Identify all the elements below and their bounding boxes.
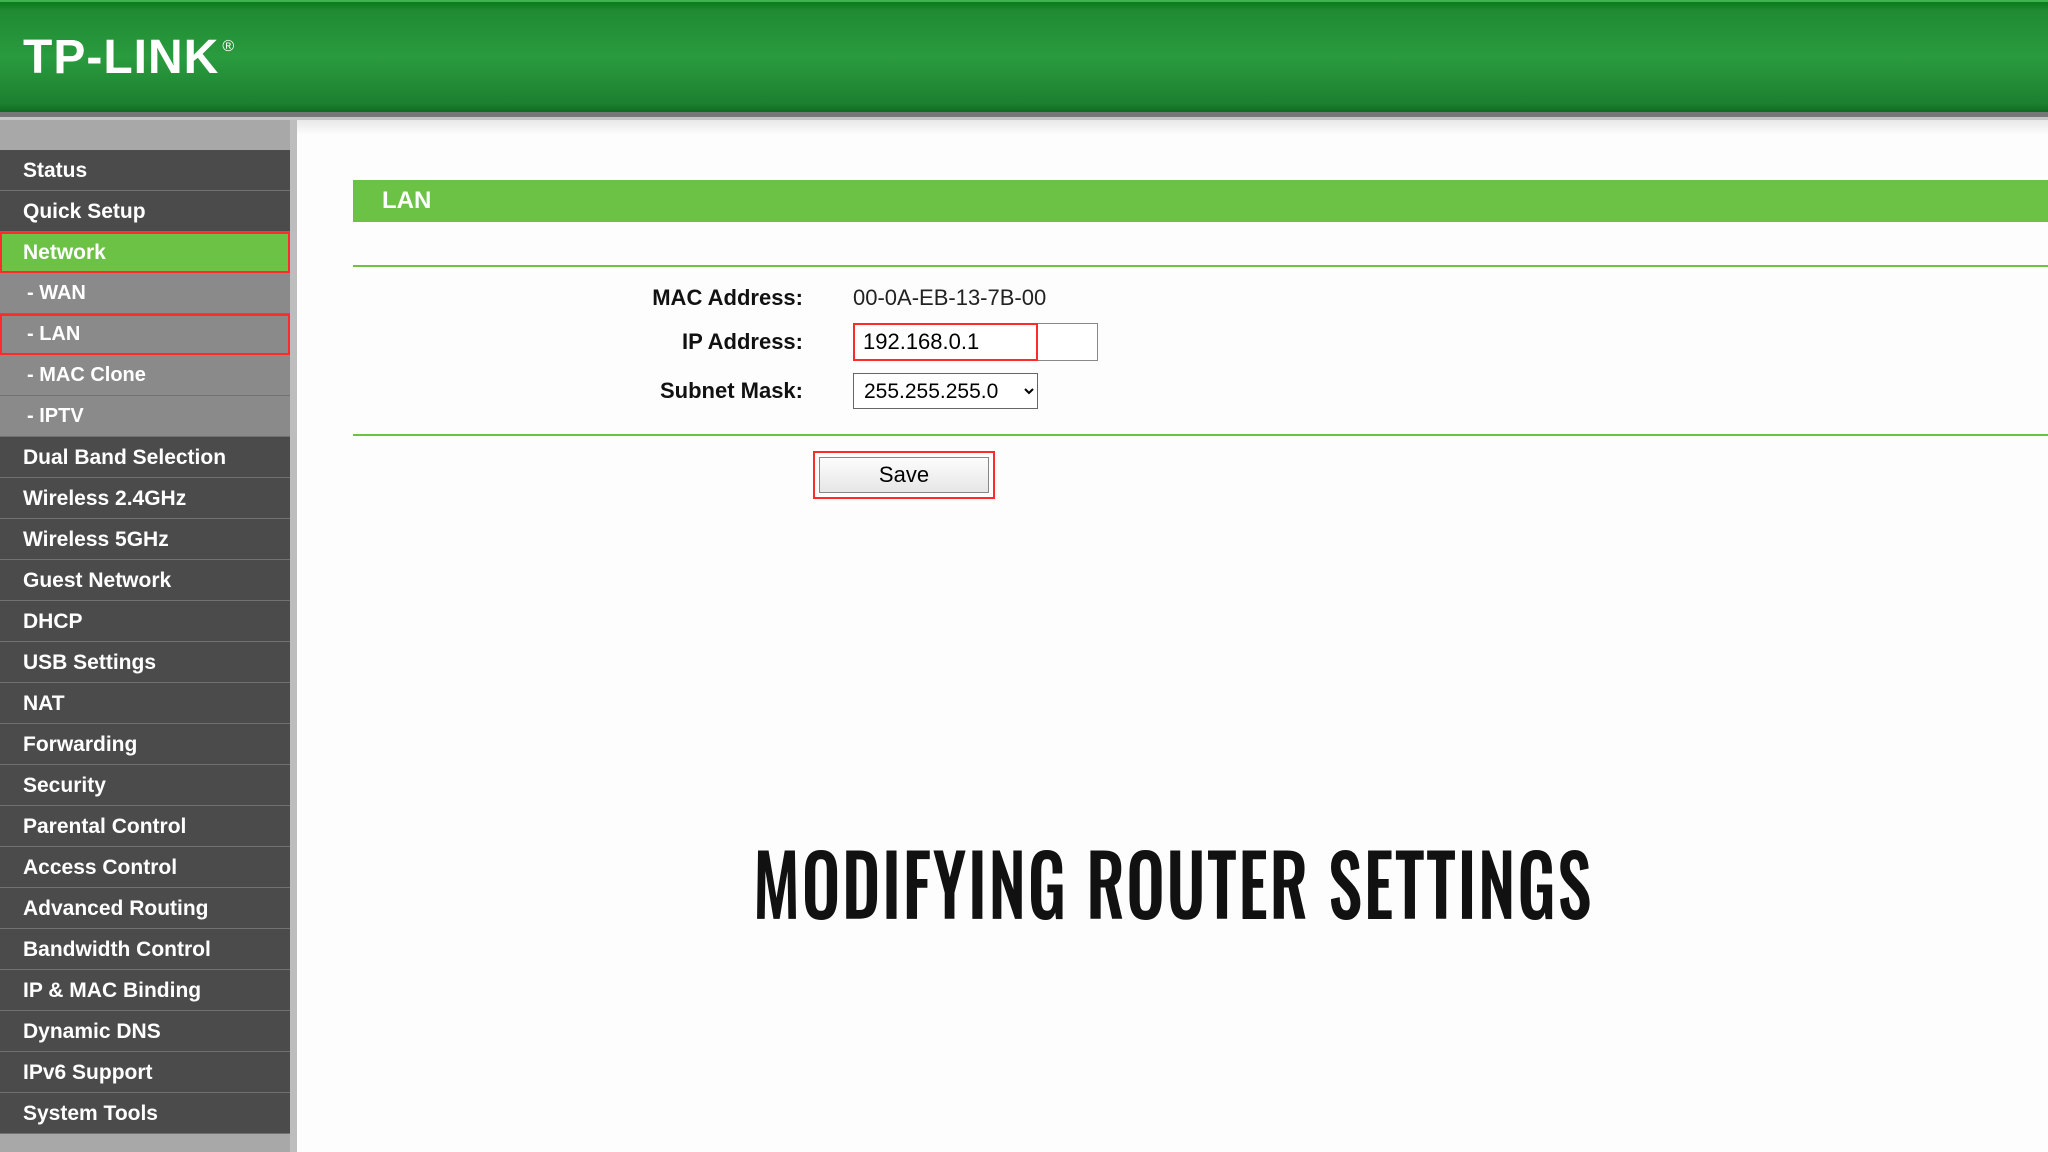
sidebar-item-dual-band-selection[interactable]: Dual Band Selection [0, 437, 290, 478]
ip-address-extra-box [1038, 323, 1098, 361]
sidebar-item-advanced-routing[interactable]: Advanced Routing [0, 888, 290, 929]
save-row: Save [353, 451, 2048, 499]
sidebar-item-bandwidth-control[interactable]: Bandwidth Control [0, 929, 290, 970]
sidebar-item-wan[interactable]: - WAN [0, 273, 290, 314]
subnet-mask-select[interactable]: 255.255.255.0 [853, 373, 1038, 409]
sidebar-item-iptv[interactable]: - IPTV [0, 396, 290, 437]
sidebar-item-guest-network[interactable]: Guest Network [0, 560, 290, 601]
lan-panel: LAN MAC Address: 00-0A-EB-13-7B-00 IP Ad… [353, 180, 2048, 499]
sidebar-item-quick-setup[interactable]: Quick Setup [0, 191, 290, 232]
sidebar-item-wireless-5ghz[interactable]: Wireless 5GHz [0, 519, 290, 560]
sidebar-item-security[interactable]: Security [0, 765, 290, 806]
overlay-caption: MODIFYING ROUTER SETTINGS [752, 820, 1592, 944]
sidebar-item-parental-control[interactable]: Parental Control [0, 806, 290, 847]
divider [353, 434, 2048, 436]
sidebar-item-usb-settings[interactable]: USB Settings [0, 642, 290, 683]
sidebar-item-wireless-2-4ghz[interactable]: Wireless 2.4GHz [0, 478, 290, 519]
panel-body: MAC Address: 00-0A-EB-13-7B-00 IP Addres… [353, 265, 2048, 499]
registered-icon: ® [222, 38, 234, 56]
sidebar-item-dhcp[interactable]: DHCP [0, 601, 290, 642]
sidebar: StatusQuick SetupNetwork- WAN- LAN- MAC … [0, 120, 297, 1152]
sidebar-item-lan[interactable]: - LAN [0, 314, 290, 355]
subnet-mask-label: Subnet Mask: [353, 378, 853, 404]
sidebar-item-status[interactable]: Status [0, 150, 290, 191]
ip-address-label: IP Address: [353, 329, 853, 355]
sidebar-item-nat[interactable]: NAT [0, 683, 290, 724]
header-bar: TP-LINK ® [0, 0, 2048, 117]
subnet-mask-row: Subnet Mask: 255.255.255.0 [353, 373, 2048, 409]
ip-address-row: IP Address: [353, 323, 2048, 361]
save-highlight: Save [813, 451, 995, 499]
sidebar-item-access-control[interactable]: Access Control [0, 847, 290, 888]
sidebar-item-system-tools[interactable]: System Tools [0, 1093, 290, 1134]
sidebar-item-dynamic-dns[interactable]: Dynamic DNS [0, 1011, 290, 1052]
mac-address-value: 00-0A-EB-13-7B-00 [853, 285, 1046, 311]
main-area: StatusQuick SetupNetwork- WAN- LAN- MAC … [0, 117, 2048, 1152]
save-button[interactable]: Save [819, 457, 989, 493]
sidebar-item-ip-mac-binding[interactable]: IP & MAC Binding [0, 970, 290, 1011]
sidebar-item-network[interactable]: Network [0, 232, 290, 273]
sidebar-item-forwarding[interactable]: Forwarding [0, 724, 290, 765]
mac-address-label: MAC Address: [353, 285, 853, 311]
panel-title: LAN [353, 180, 2048, 222]
sidebar-item-mac-clone[interactable]: - MAC Clone [0, 355, 290, 396]
sidebar-item-ipv6-support[interactable]: IPv6 Support [0, 1052, 290, 1093]
brand-text: TP-LINK [23, 30, 219, 85]
brand-logo: TP-LINK ® [23, 30, 234, 85]
mac-address-row: MAC Address: 00-0A-EB-13-7B-00 [353, 285, 2048, 311]
ip-address-input[interactable] [853, 323, 1038, 361]
content-area: LAN MAC Address: 00-0A-EB-13-7B-00 IP Ad… [297, 120, 2048, 1152]
